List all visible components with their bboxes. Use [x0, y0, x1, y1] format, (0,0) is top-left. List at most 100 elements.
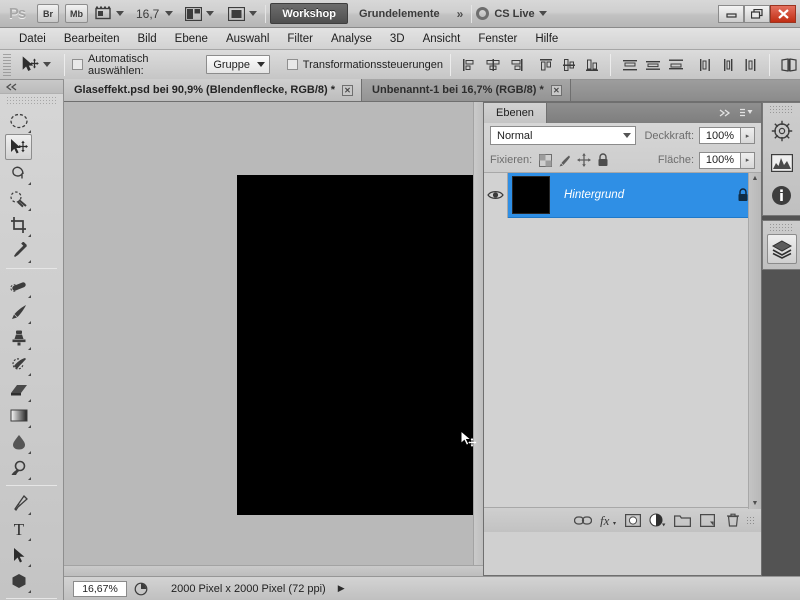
- menu-3d[interactable]: 3D: [381, 31, 414, 47]
- workspace-grundelemente[interactable]: Grundelemente: [348, 3, 451, 24]
- tool-quick-selection[interactable]: [5, 186, 32, 212]
- dock-drag-handle[interactable]: [769, 105, 794, 114]
- tab-ebenen[interactable]: Ebenen: [484, 103, 547, 123]
- fill-stepper[interactable]: ▸: [741, 152, 755, 169]
- menu-ansicht[interactable]: Ansicht: [414, 31, 470, 47]
- tool-blur[interactable]: [5, 429, 32, 455]
- screen-mode-button[interactable]: [226, 3, 259, 25]
- fill-input[interactable]: 100%: [699, 152, 741, 169]
- collapse-panel-icon[interactable]: [5, 83, 19, 91]
- tool-brush[interactable]: [5, 299, 32, 325]
- menu-ebene[interactable]: Ebene: [166, 31, 217, 47]
- zoom-level-input[interactable]: 16,67%: [73, 581, 127, 597]
- close-button[interactable]: [770, 5, 796, 23]
- document-window[interactable]: [64, 102, 484, 576]
- current-tool-button[interactable]: [15, 56, 57, 73]
- document-proxy-icon[interactable]: [131, 581, 151, 597]
- opacity-stepper[interactable]: ▸: [741, 127, 755, 144]
- lock-position-icon[interactable]: [575, 152, 592, 168]
- align-left-edges-icon[interactable]: [459, 55, 480, 75]
- histogram-icon[interactable]: [767, 148, 797, 178]
- distribute-horizontal-centers-icon[interactable]: [717, 55, 738, 75]
- align-bottom-edges-icon[interactable]: [581, 55, 602, 75]
- navigator-icon[interactable]: [767, 116, 797, 146]
- transform-controls-checkbox[interactable]: [287, 59, 297, 70]
- distribute-bottom-edges-icon[interactable]: [665, 55, 686, 75]
- new-group-icon[interactable]: [670, 510, 695, 530]
- menu-auswahl[interactable]: Auswahl: [217, 31, 278, 47]
- scroll-up-icon[interactable]: ▲: [752, 173, 759, 184]
- auto-align-layers-icon[interactable]: [778, 55, 799, 75]
- auto-select-checkbox[interactable]: [72, 59, 82, 70]
- align-right-edges-icon[interactable]: [505, 55, 526, 75]
- view-extras-button[interactable]: [93, 3, 126, 25]
- tool-marquee[interactable]: [5, 108, 32, 134]
- status-menu-arrow-icon[interactable]: ▶: [338, 583, 345, 594]
- minimize-button[interactable]: [718, 5, 744, 23]
- tool-lasso[interactable]: [5, 160, 32, 186]
- link-layers-icon[interactable]: [570, 510, 595, 530]
- menu-analyse[interactable]: Analyse: [322, 31, 381, 47]
- panel-resize-grip[interactable]: [746, 516, 755, 525]
- document-tab-glaseffekt[interactable]: Glaseffekt.psd bei 90,9% (Blendenflecke,…: [64, 79, 362, 101]
- dock-drag-handle-2[interactable]: [769, 223, 794, 232]
- layer-name[interactable]: Hintergrund: [550, 189, 737, 201]
- tool-crop[interactable]: [5, 212, 32, 238]
- tool-spot-healing-brush[interactable]: [5, 273, 32, 299]
- workspace-workshop[interactable]: Workshop: [270, 3, 348, 24]
- panel-tab-drag-area[interactable]: [547, 103, 712, 123]
- arrange-documents-button[interactable]: [183, 3, 216, 25]
- layers-list-scrollbar[interactable]: ▲ ▼: [748, 173, 761, 509]
- align-vertical-centers-icon[interactable]: [558, 55, 579, 75]
- new-adjustment-layer-icon[interactable]: [645, 510, 670, 530]
- menu-bild[interactable]: Bild: [128, 31, 165, 47]
- auto-select-scope-dropdown[interactable]: Gruppe: [206, 55, 270, 74]
- layers-icon[interactable]: [767, 234, 797, 264]
- menu-hilfe[interactable]: Hilfe: [526, 31, 567, 47]
- lock-transparent-pixels-icon[interactable]: [537, 152, 554, 168]
- menu-filter[interactable]: Filter: [278, 31, 322, 47]
- delete-layer-icon[interactable]: [720, 510, 745, 530]
- menu-bearbeiten[interactable]: Bearbeiten: [55, 31, 129, 47]
- tool-history-brush[interactable]: [5, 351, 32, 377]
- layer-mask-icon[interactable]: [620, 510, 645, 530]
- tool-move[interactable]: [5, 134, 32, 160]
- toolbox-header[interactable]: [0, 80, 63, 94]
- artboard[interactable]: [237, 175, 481, 515]
- menu-fenster[interactable]: Fenster: [469, 31, 526, 47]
- cs-live-button[interactable]: CS Live: [476, 7, 546, 20]
- lock-image-pixels-icon[interactable]: [556, 152, 573, 168]
- more-workspaces-icon[interactable]: »: [451, 7, 468, 21]
- layer-thumbnail[interactable]: [512, 176, 550, 214]
- distribute-vertical-centers-icon[interactable]: [642, 55, 663, 75]
- distribute-right-edges-icon[interactable]: [740, 55, 761, 75]
- tool-shape[interactable]: [5, 568, 32, 594]
- toolbox-drag-handle[interactable]: [6, 96, 57, 105]
- tool-gradient[interactable]: [5, 403, 32, 429]
- panel-menu-icon[interactable]: [736, 103, 761, 123]
- distribute-top-edges-icon[interactable]: [619, 55, 640, 75]
- launch-bridge-button[interactable]: Br: [37, 4, 59, 23]
- restore-button[interactable]: [744, 5, 770, 23]
- close-icon[interactable]: ✕: [551, 85, 562, 96]
- options-bar-drag-handle[interactable]: [3, 54, 11, 76]
- launch-mini-bridge-button[interactable]: Mb: [65, 4, 88, 23]
- tool-eyedropper[interactable]: [5, 238, 32, 264]
- close-icon[interactable]: ✕: [342, 85, 353, 96]
- lock-all-icon[interactable]: [594, 152, 611, 168]
- blend-mode-dropdown[interactable]: Normal: [490, 126, 636, 145]
- eye-icon[interactable]: [484, 173, 508, 218]
- tool-type[interactable]: T: [5, 516, 32, 542]
- document-tab-unbenannt-1[interactable]: Unbenannt-1 bei 16,7% (RGB/8) * ✕: [362, 79, 571, 101]
- collapse-to-icons-icon[interactable]: [712, 103, 736, 123]
- info-icon[interactable]: [767, 180, 797, 210]
- opacity-input[interactable]: 100%: [699, 127, 741, 144]
- new-layer-icon[interactable]: [695, 510, 720, 530]
- layer-style-fx-icon[interactable]: fx: [595, 510, 620, 530]
- tool-pen[interactable]: [5, 490, 32, 516]
- align-horizontal-centers-icon[interactable]: [482, 55, 503, 75]
- tool-path-selection[interactable]: [5, 542, 32, 568]
- tool-eraser[interactable]: [5, 377, 32, 403]
- scroll-down-icon[interactable]: ▼: [752, 498, 759, 509]
- tool-dodge[interactable]: [5, 455, 32, 481]
